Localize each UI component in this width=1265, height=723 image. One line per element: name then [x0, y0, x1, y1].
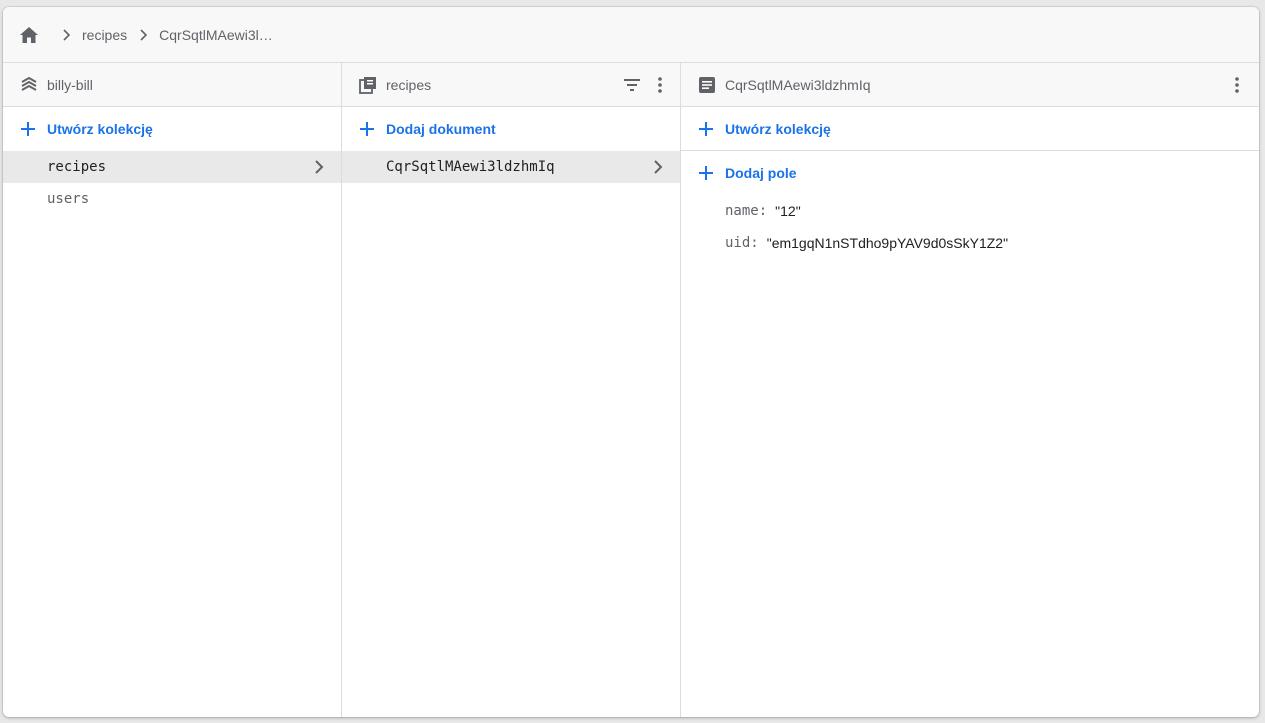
collection-column-title: recipes: [386, 76, 432, 93]
breadcrumb-item-document[interactable]: CqrSqtlMAewi3l…: [159, 27, 273, 43]
collection-item-recipes[interactable]: recipes: [3, 151, 341, 183]
field-row-name[interactable]: name: "12": [681, 195, 1259, 227]
root-column: billy-bill Utwórz kolekcję recipes users: [3, 63, 342, 717]
chevron-right-icon: [56, 25, 76, 45]
document-item[interactable]: CqrSqtlMAewi3ldzhmIq: [342, 151, 680, 183]
collection-column-header: recipes: [342, 63, 680, 107]
collection-item-label: recipes: [47, 159, 107, 175]
document-icon: [697, 75, 717, 95]
filter-icon[interactable]: [620, 73, 644, 97]
field-key: name:: [725, 203, 768, 219]
panel-columns: billy-bill Utwórz kolekcję recipes users: [3, 63, 1259, 717]
more-vert-icon[interactable]: [648, 73, 672, 97]
field-row-uid[interactable]: uid: "em1gqN1nSTdho9pYAV9d0sSkY1Z2": [681, 227, 1259, 259]
database-stack-icon: [19, 75, 39, 95]
breadcrumb: recipes CqrSqtlMAewi3l…: [3, 7, 1259, 63]
breadcrumb-item-recipes[interactable]: recipes: [82, 27, 127, 43]
document-column-header: CqrSqtlMAewi3ldzhmIq: [681, 63, 1259, 107]
collection-item-users[interactable]: users: [3, 183, 341, 215]
plus-icon: [697, 164, 715, 182]
root-column-title: billy-bill: [47, 76, 93, 93]
collection-item-label: users: [47, 191, 90, 207]
plus-icon: [358, 120, 376, 138]
firestore-data-viewer: recipes CqrSqtlMAewi3l… billy-bill Utwór…: [3, 7, 1259, 717]
field-value: "12": [775, 203, 801, 219]
plus-icon: [697, 120, 715, 138]
add-document-button[interactable]: Dodaj dokument: [342, 107, 680, 151]
create-collection-button[interactable]: Utwórz kolekcję: [3, 107, 341, 151]
create-collection-label: Utwórz kolekcję: [47, 121, 153, 137]
add-field-button[interactable]: Dodaj pole: [681, 151, 1259, 195]
chevron-right-icon: [648, 157, 668, 177]
field-key: uid:: [725, 235, 759, 251]
root-column-header: billy-bill: [3, 63, 341, 107]
document-item-label: CqrSqtlMAewi3ldzhmIq: [386, 159, 555, 175]
document-column: CqrSqtlMAewi3ldzhmIq Utwórz kolekcję Dod…: [681, 63, 1259, 717]
home-icon[interactable]: [18, 24, 40, 46]
add-document-label: Dodaj dokument: [386, 121, 496, 137]
chevron-right-icon: [309, 157, 329, 177]
plus-icon: [19, 120, 37, 138]
create-subcollection-button[interactable]: Utwórz kolekcję: [681, 107, 1259, 151]
field-value: "em1gqN1nSTdho9pYAV9d0sSkY1Z2": [766, 235, 1009, 251]
add-field-label: Dodaj pole: [725, 165, 797, 181]
document-column-title: CqrSqtlMAewi3ldzhmIq: [725, 76, 871, 93]
create-subcollection-label: Utwórz kolekcję: [725, 120, 831, 137]
collection-column: recipes Dodaj dokument CqrSqtlMAewi3ldzh…: [342, 63, 681, 717]
more-vert-icon[interactable]: [1225, 73, 1249, 97]
chevron-right-icon: [133, 25, 153, 45]
collection-icon: [358, 75, 378, 95]
